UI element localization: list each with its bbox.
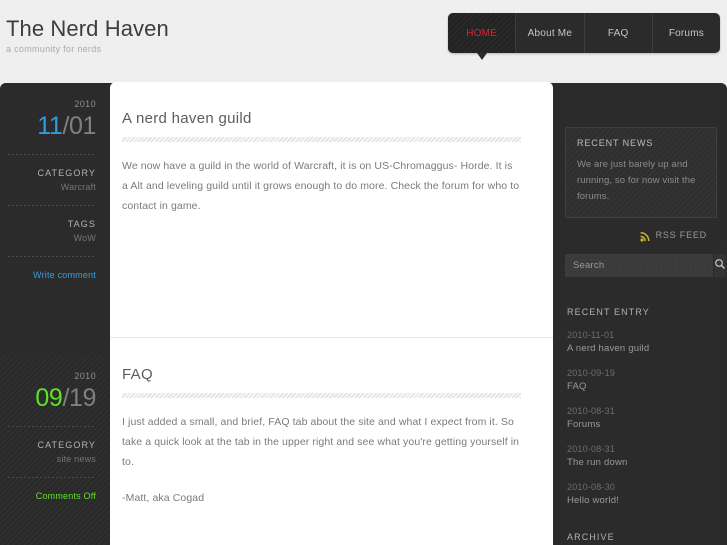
post-meta-1-category-value[interactable]: Warcraft (8, 182, 96, 192)
meta-divider (8, 205, 96, 206)
list-item[interactable]: 2010-08-30 Hello world! (567, 481, 716, 508)
post-title[interactable]: FAQ (122, 366, 521, 384)
recent-news-box: RECENT NEWS We are just barely up and ru… (565, 127, 717, 218)
list-item[interactable]: 2010-08-31 Forums (567, 405, 716, 432)
list-item[interactable]: 2010-08-31 The run down (567, 443, 716, 470)
post-meta-2-year: 2010 (74, 371, 96, 381)
nav-item-home-label: HOME (466, 27, 498, 39)
list-item[interactable]: 2010-09-19 FAQ (567, 367, 716, 394)
post-meta-1-tags-value[interactable]: WoW (8, 233, 96, 243)
post-title-rule (122, 393, 521, 398)
post-paragraph: We now have a guild in the world of Warc… (122, 160, 520, 212)
recent-news-title: RECENT NEWS (577, 138, 654, 148)
post-meta-2-month: 09 (35, 384, 63, 412)
meta-divider (8, 256, 96, 257)
post-item: A nerd haven guild We now have a guild i… (110, 82, 553, 337)
recent-entry-heading: RECENT ENTRY (567, 307, 650, 317)
entry-date: 2010-11-01 (567, 330, 615, 340)
search-icon (714, 258, 726, 273)
post-paragraph: I just added a small, and brief, FAQ tab… (122, 416, 520, 468)
nav-item-faq-label: FAQ (607, 27, 629, 39)
nav-active-pointer-icon (476, 53, 487, 60)
archive-heading: ARCHIVE (567, 532, 615, 542)
post-meta-1-year: 2010 (74, 99, 96, 109)
post-meta-1-write-comment-link[interactable]: Write comment (8, 270, 96, 280)
site-tagline: a community for nerds (6, 44, 102, 54)
rss-icon (639, 229, 651, 242)
rss-feed-link[interactable]: RSS FEED (565, 229, 716, 242)
entry-date: 2010-08-31 (567, 444, 616, 454)
meta-divider (8, 426, 96, 427)
post-meta-column: 2010 11/01 CATEGORY Warcraft TAGS WoW Wr… (0, 83, 110, 545)
archive-section: ARCHIVE November 2010 September 2010 Aug… (565, 532, 716, 545)
rss-feed-label: RSS FEED (655, 229, 707, 240)
entry-title: The run down (567, 457, 628, 468)
post-meta-1-day: /01 (62, 112, 96, 140)
nav-item-forums[interactable]: Forums (653, 13, 720, 53)
meta-divider (8, 477, 96, 478)
post-meta-2-comments-off-label: Comments Off (35, 491, 96, 501)
search-input[interactable] (565, 254, 713, 277)
recent-entry-section: RECENT ENTRY 2010-11-01 A nerd haven gui… (565, 307, 716, 508)
entry-title: Forums (567, 419, 601, 430)
nav-item-faq[interactable]: FAQ (585, 13, 653, 53)
search-button[interactable] (713, 254, 726, 277)
entry-title: A nerd haven guild (567, 343, 650, 354)
site-title: The Nerd Haven (6, 16, 169, 41)
post-meta-2-date: 09/19 (8, 383, 96, 413)
nav-item-home[interactable]: HOME (448, 13, 517, 60)
post-meta-1-month: 11 (37, 112, 63, 140)
nav-item-about-me-label: About Me (527, 27, 573, 39)
post-meta-2-category-label: CATEGORY (37, 440, 96, 450)
post-meta-2-day: /19 (62, 384, 96, 412)
post-item: FAQ I just added a small, and brief, FAQ… (110, 337, 553, 534)
post-list: A nerd haven guild We now have a guild i… (110, 82, 553, 545)
main-navigation: HOME About Me FAQ Forums (448, 13, 720, 60)
post-signature: -Matt, aka Cogad (122, 492, 205, 504)
sidebar: RECENT NEWS We are just barely up and ru… (563, 83, 727, 545)
nav-item-forums-label: Forums (668, 27, 704, 39)
post-title[interactable]: A nerd haven guild (122, 110, 521, 128)
entry-date: 2010-09-19 (567, 368, 616, 378)
post-meta-1-category-label: CATEGORY (37, 168, 96, 178)
entry-date: 2010-08-31 (567, 406, 616, 416)
entry-date: 2010-08-30 (567, 482, 616, 492)
post-meta-1: 2010 11/01 CATEGORY Warcraft TAGS WoW Wr… (0, 83, 110, 355)
post-title-rule (122, 137, 521, 142)
post-meta-2-category-value[interactable]: site news (8, 454, 96, 464)
search-form (565, 254, 726, 277)
entry-title: FAQ (567, 381, 587, 392)
nav-item-about-me[interactable]: About Me (516, 13, 585, 53)
meta-divider (8, 154, 96, 155)
list-item[interactable]: 2010-11-01 A nerd haven guild (567, 329, 716, 356)
post-meta-1-tags-label: TAGS (67, 219, 96, 229)
site-branding[interactable]: The Nerd Haven a community for nerds (6, 16, 169, 54)
post-body: We now have a guild in the world of Warc… (122, 156, 521, 216)
entry-title: Hello world! (567, 495, 620, 506)
recent-news-text: We are just barely up and running, so fo… (577, 159, 696, 202)
post-body: I just added a small, and brief, FAQ tab… (122, 412, 521, 508)
post-meta-1-date: 11/01 (8, 111, 96, 141)
post-meta-2: 2010 09/19 CATEGORY site news Comments O… (0, 355, 110, 545)
site-header: The Nerd Haven a community for nerds HOM… (0, 0, 727, 70)
